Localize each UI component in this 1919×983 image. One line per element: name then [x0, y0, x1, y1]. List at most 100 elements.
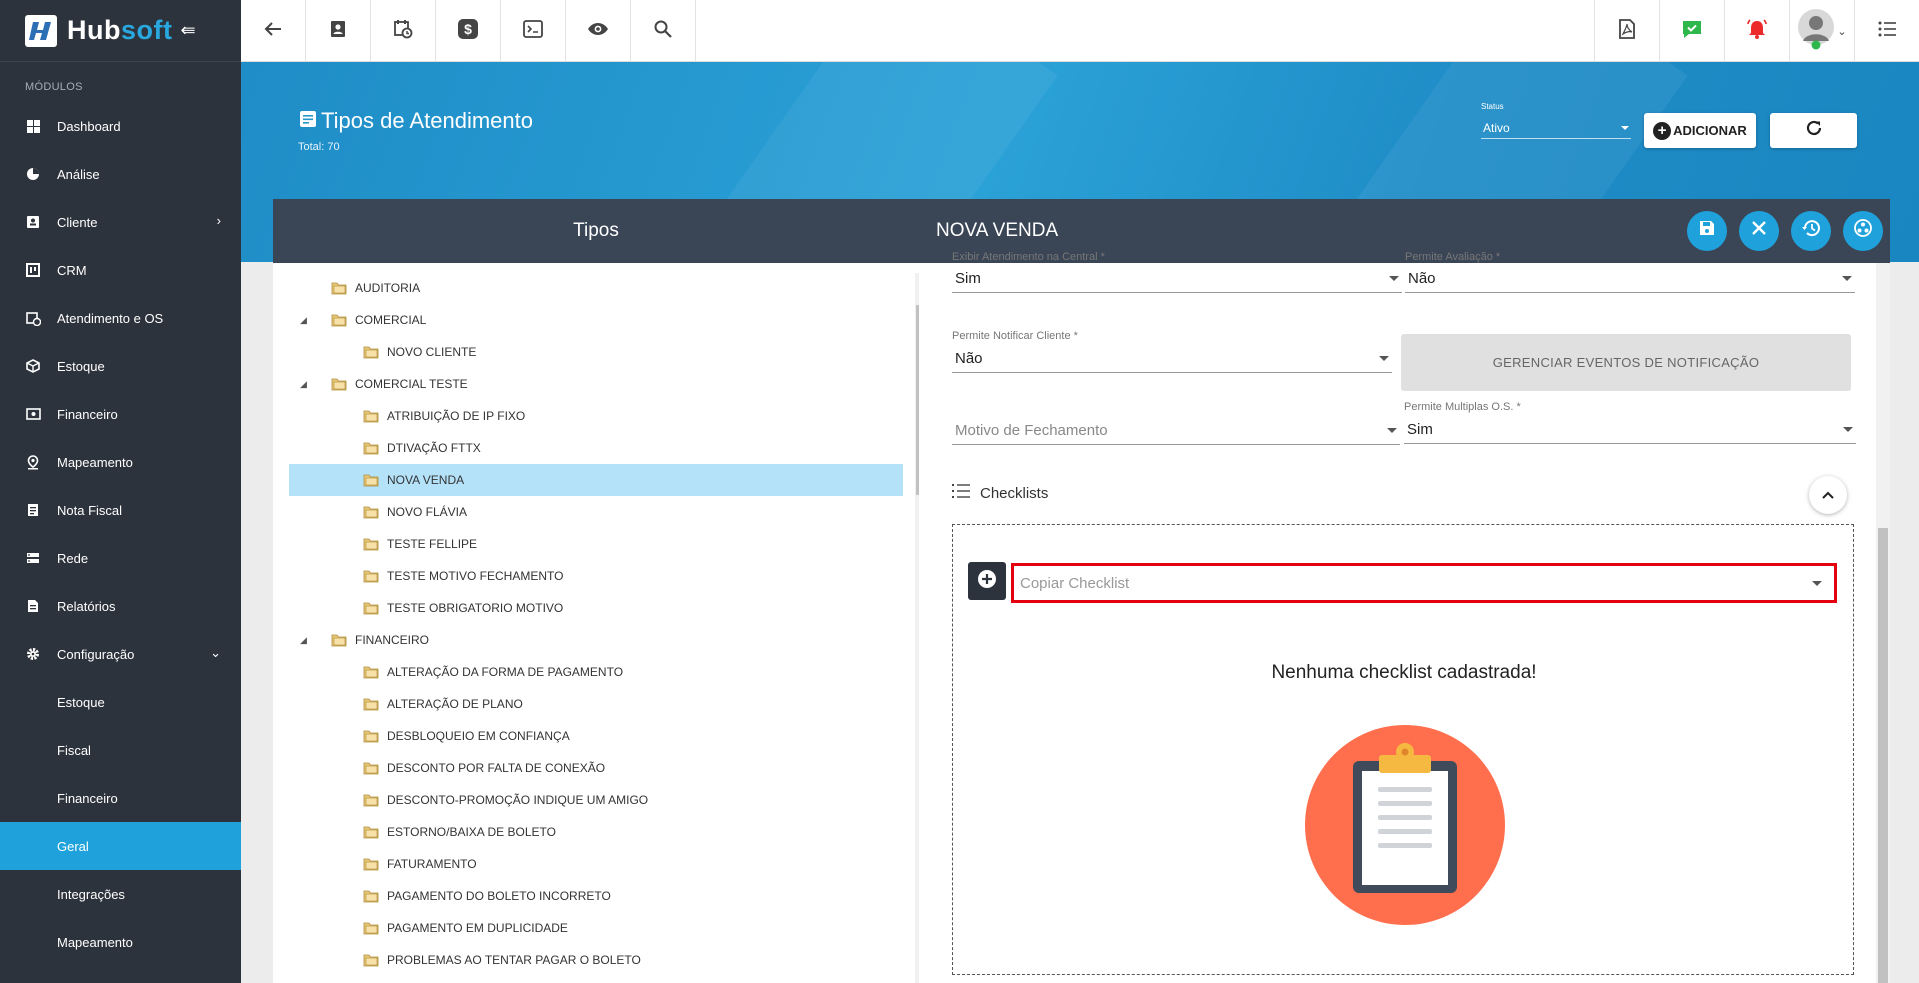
- map-pin-icon: [25, 454, 41, 470]
- permite-avaliacao-field[interactable]: Permite Avaliação * Não: [1405, 251, 1855, 293]
- multiplas-os-select[interactable]: Sim: [1404, 416, 1856, 444]
- schedule-button[interactable]: [371, 0, 436, 62]
- sidebar-item-relatorios[interactable]: Relatórios: [0, 582, 241, 630]
- back-button[interactable]: [241, 0, 306, 62]
- details-scrollbar[interactable]: [1876, 263, 1890, 983]
- sidebar-subitem-estoque[interactable]: Estoque: [0, 678, 241, 726]
- sidebar-item-financeiro[interactable]: Financeiro: [0, 390, 241, 438]
- finance-button[interactable]: $: [436, 0, 501, 62]
- sidebar-item-dashboard[interactable]: Dashboard: [0, 102, 241, 150]
- tree-row[interactable]: PAGAMENTO DO BOLETO INCORRETO: [289, 880, 903, 912]
- pdf-button[interactable]: [1594, 0, 1659, 62]
- folder-icon: [331, 377, 347, 391]
- motivo-fechamento-field[interactable]: Motivo de Fechamento: [952, 414, 1400, 445]
- alarm-button[interactable]: [1724, 0, 1789, 62]
- notificar-cliente-select[interactable]: Não: [952, 345, 1392, 373]
- tree-row[interactable]: ATRIBUIÇÃO DE IP FIXO: [289, 400, 903, 432]
- permite-avaliacao-select[interactable]: Não: [1405, 265, 1855, 293]
- tree-row-label: NOVO CLIENTE: [387, 345, 477, 359]
- tree-row[interactable]: ESTORNO/BAIXA DE BOLETO: [289, 816, 903, 848]
- folder-icon: [363, 825, 379, 839]
- sidebar-item-rede[interactable]: Rede: [0, 534, 241, 582]
- history-button[interactable]: [1791, 211, 1831, 251]
- sidebar-item-mapeamento[interactable]: Mapeamento: [0, 438, 241, 486]
- contacts-button[interactable]: [306, 0, 371, 62]
- tree-row[interactable]: ◢ FINANCEIRO: [289, 624, 903, 656]
- tree-row[interactable]: ◢ COMERCIAL TESTE: [289, 368, 903, 400]
- expand-toggle-icon[interactable]: ◢: [300, 379, 307, 390]
- sidebar-item-estoque[interactable]: Estoque: [0, 342, 241, 390]
- caret-down-icon: [1812, 580, 1822, 586]
- tree-row[interactable]: DTIVAÇÃO FTTX: [289, 432, 903, 464]
- sidebar-item-cliente[interactable]: Cliente ›: [0, 198, 241, 246]
- save-button[interactable]: [1687, 211, 1727, 251]
- tree-row[interactable]: TESTE MOTIVO FECHAMENTO: [289, 560, 903, 592]
- tree-row[interactable]: PROBLEMAS AO TENTAR PAGAR O BOLETO: [289, 944, 903, 976]
- workflow-button[interactable]: [1843, 211, 1883, 251]
- sidebar-subitem-financeiro[interactable]: Financeiro: [0, 774, 241, 822]
- calendar-clock-icon: [393, 19, 413, 44]
- expand-toggle-icon[interactable]: ◢: [300, 315, 307, 326]
- tree-row[interactable]: FATURAMENTO: [289, 848, 903, 880]
- caret-down-icon: [1843, 427, 1853, 432]
- sidebar-collapse-icon[interactable]: ⇚: [180, 20, 195, 41]
- search-button[interactable]: [631, 0, 696, 62]
- tree-row[interactable]: NOVO FLÁVIA: [289, 496, 903, 528]
- motivo-fechamento-select[interactable]: Motivo de Fechamento: [952, 417, 1400, 445]
- sidebar-item-configuracao[interactable]: Configuração ⌄: [0, 630, 241, 678]
- sidebar-subitem-integracoes[interactable]: Integrações: [0, 870, 241, 918]
- calendar-clock-icon: [25, 310, 41, 326]
- folder-icon: [363, 345, 379, 359]
- collapse-checklists-button[interactable]: [1809, 476, 1847, 514]
- exibir-central-field[interactable]: Exibir Atendimento na Central * Sim: [952, 251, 1402, 293]
- field-label: Permite Multiplas O.S. *: [1404, 401, 1521, 413]
- tree-row[interactable]: AUDITORIA: [289, 272, 903, 304]
- tree-row[interactable]: PAGAMENTO EM DUPLICIDADE: [289, 912, 903, 944]
- sidebar-subitem-mapeamento[interactable]: Mapeamento: [0, 918, 241, 966]
- empty-state-text: Nenhuma checklist cadastrada!: [1271, 662, 1537, 683]
- add-button[interactable]: + ADICIONAR: [1644, 113, 1756, 148]
- copy-checklist-select[interactable]: Copiar Checklist: [1011, 563, 1837, 603]
- tree-row[interactable]: ALTERAÇÃO DE PLANO: [289, 688, 903, 720]
- sidebar-item-nota-fiscal[interactable]: Nota Fiscal: [0, 486, 241, 534]
- tree-row[interactable]: DESCONTO-PROMOÇÃO INDIQUE UM AMIGO: [289, 784, 903, 816]
- sidebar-subitem-geral[interactable]: Geral: [0, 822, 241, 870]
- tree-row[interactable]: TESTE OBRIGATORIO MOTIVO: [289, 592, 903, 624]
- chevron-down-icon: ⌄: [1837, 25, 1847, 38]
- sidebar-item-atendimento[interactable]: Atendimento e OS: [0, 294, 241, 342]
- back-arrow-icon: [264, 21, 282, 42]
- view-button[interactable]: [566, 0, 631, 62]
- chat-button[interactable]: [1659, 0, 1724, 62]
- tree-row[interactable]: TESTE FELLIPE: [289, 528, 903, 560]
- manage-notification-events-button[interactable]: GERENCIAR EVENTOS DE NOTIFICAÇÃO: [1401, 334, 1851, 391]
- refresh-button[interactable]: [1770, 113, 1857, 148]
- tree-row[interactable]: ◢ COMERCIAL: [289, 304, 903, 336]
- add-checklist-button[interactable]: [968, 562, 1006, 600]
- folder-icon: [363, 697, 379, 711]
- document-icon: [25, 502, 41, 518]
- status-filter[interactable]: Status Ativo: [1481, 102, 1631, 139]
- close-button[interactable]: [1739, 211, 1779, 251]
- tree-row[interactable]: NOVA VENDA: [289, 464, 903, 496]
- folder-icon: [363, 505, 379, 519]
- sidebar-subitem-fiscal[interactable]: Fiscal: [0, 726, 241, 774]
- exibir-central-select[interactable]: Sim: [952, 265, 1402, 293]
- tree-row-label: PROBLEMAS AO TENTAR PAGAR O BOLETO: [387, 953, 641, 967]
- tree-row[interactable]: DESBLOQUEIO EM CONFIANÇA: [289, 720, 903, 752]
- sidebar-item-crm[interactable]: CRM: [0, 246, 241, 294]
- menu-list-icon: [1878, 21, 1896, 42]
- status-select[interactable]: Ativo: [1481, 117, 1631, 139]
- sidebar-item-analise[interactable]: Análise: [0, 150, 241, 198]
- expand-toggle-icon[interactable]: ◢: [300, 635, 307, 646]
- logo-bar: Hubsoft ⇚: [0, 0, 241, 62]
- terminal-button[interactable]: [501, 0, 566, 62]
- scrollbar-thumb[interactable]: [1878, 528, 1888, 983]
- tree-row[interactable]: NOVO CLIENTE: [289, 336, 903, 368]
- tree-row[interactable]: ALTERAÇÃO DA FORMA DE PAGAMENTO: [289, 656, 903, 688]
- tree-row[interactable]: DESCONTO POR FALTA DE CONEXÃO: [289, 752, 903, 784]
- notificar-cliente-field[interactable]: Permite Notificar Cliente * Não: [952, 330, 1392, 373]
- menu-button[interactable]: [1854, 0, 1919, 62]
- multiplas-os-field[interactable]: Permite Multiplas O.S. * Sim: [1404, 401, 1856, 444]
- user-menu[interactable]: ⌄: [1789, 0, 1854, 62]
- chat-check-icon: [1681, 19, 1703, 44]
